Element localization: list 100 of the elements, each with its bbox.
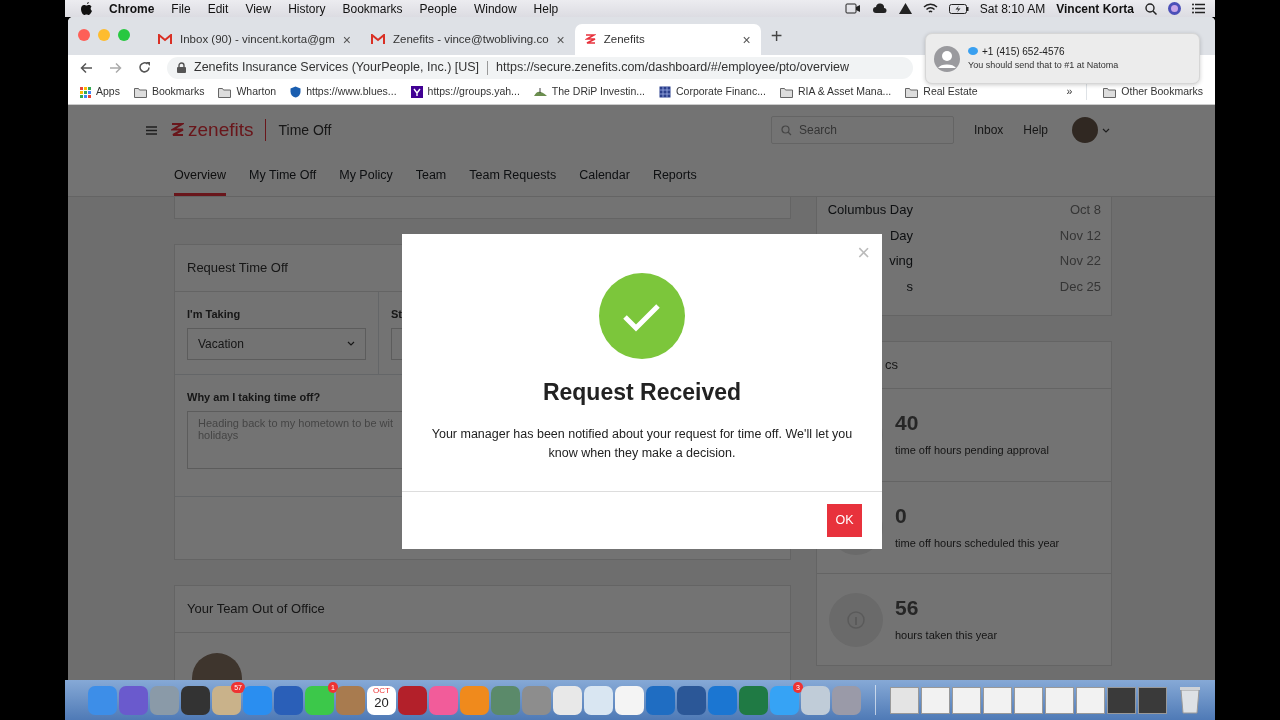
document-thumbnail[interactable] <box>983 686 1012 714</box>
back-arrow-icon[interactable] <box>80 61 93 74</box>
document-thumbnail[interactable] <box>1076 686 1105 714</box>
dock-app-icon[interactable] <box>677 685 706 715</box>
browser-tab[interactable]: Zenefits × <box>574 24 761 55</box>
notification-banner[interactable]: +1 (415) 652-4576 You should send that to #1 at Natoma <box>925 33 1200 84</box>
zigzag-logo-icon <box>171 121 184 139</box>
document-thumbnail[interactable] <box>1107 686 1136 714</box>
menu-icon[interactable] <box>146 125 157 135</box>
search-icon <box>780 124 792 136</box>
address-url: https://secure.zenefits.com/dashboard/#/employee/pto/overview <box>496 59 850 77</box>
y-logo-icon <box>410 86 423 98</box>
modal-title: Request Received <box>542 378 742 407</box>
holiday-date: Nov 12 <box>1059 226 1101 245</box>
bookmark-item[interactable]: Bookmarks <box>133 84 205 100</box>
menu-bar-item[interactable]: File <box>171 0 191 18</box>
dock-app-icon[interactable] <box>553 685 582 715</box>
user-avatar[interactable] <box>1072 117 1098 143</box>
dock-app-icon[interactable]: OCT 20 <box>367 685 396 715</box>
dock-app-icon[interactable] <box>801 685 830 715</box>
header-link[interactable]: Inbox <box>973 121 1004 139</box>
search-field[interactable]: Search <box>770 116 954 144</box>
notification-sender: +1 (415) 652-4576 <box>982 45 1065 60</box>
search-icon[interactable] <box>1145 2 1157 15</box>
bookmark-item[interactable]: The DRiP Investin... <box>533 84 645 100</box>
bookmark-item[interactable]: Corporate Financ... <box>659 84 766 100</box>
nav-tab[interactable]: Reports <box>652 155 697 196</box>
document-thumbnail[interactable] <box>1014 686 1043 714</box>
envelope-m-icon <box>158 34 172 45</box>
wifi-icon[interactable] <box>922 3 938 14</box>
menu-bar-item[interactable]: Window <box>473 0 517 18</box>
menu-bar-user-name[interactable]: Vincent Korta <box>1056 0 1134 18</box>
bookmarks-overflow-button[interactable]: » <box>1066 84 1073 100</box>
document-thumbnail[interactable] <box>1138 686 1167 714</box>
nav-tab[interactable]: Team Requests <box>469 155 557 196</box>
triangle-icon[interactable] <box>898 3 912 14</box>
bookmark-item[interactable]: Wharton <box>218 84 277 100</box>
reload-icon[interactable] <box>138 61 151 74</box>
folder-icon <box>779 86 793 98</box>
window-control-button[interactable] <box>78 29 90 41</box>
menu-bar-item[interactable]: View <box>245 0 272 18</box>
bookmark-item[interactable]: https://groups.yah... <box>410 84 520 100</box>
menu-bar-item[interactable]: Help <box>533 0 559 18</box>
trash-can-icon[interactable] <box>1179 686 1201 714</box>
browser-tab[interactable]: Inbox (90) - vincent.korta@gm × <box>148 24 362 55</box>
menu-bar-item[interactable]: Bookmarks <box>342 0 403 18</box>
battery-icon[interactable] <box>948 3 969 14</box>
document-thumbnail[interactable] <box>921 686 950 714</box>
ok-button[interactable]: OK <box>827 504 862 537</box>
menu-bar-app-name[interactable]: Chrome <box>109 0 155 18</box>
forward-arrow-icon[interactable] <box>109 61 122 74</box>
document-thumbnail[interactable] <box>952 686 981 714</box>
section-title: Time Off <box>265 119 332 141</box>
calendar-month: OCT <box>373 685 390 695</box>
stat-value: 0 <box>895 503 908 527</box>
holiday-name: s <box>906 277 913 296</box>
folder-icon <box>905 86 919 98</box>
dock-app-icon[interactable] <box>398 685 427 715</box>
field-label: Why am I taking time off? <box>187 390 321 405</box>
bookmark-item[interactable]: Apps <box>80 84 120 100</box>
list-icon[interactable] <box>1192 3 1205 14</box>
dock-app-icon[interactable] <box>584 685 613 715</box>
holiday-date: Oct 8 <box>1069 201 1101 219</box>
field-label: St <box>391 307 402 322</box>
header-link[interactable]: Help <box>1023 121 1048 139</box>
bookmark-item[interactable]: RIA & Asset Mana... <box>779 84 892 100</box>
hill-icon <box>533 87 547 97</box>
dock-app-icon[interactable] <box>274 685 303 715</box>
menu-bar-clock[interactable]: Sat 8:10 AM <box>979 0 1046 18</box>
caret-icon[interactable] <box>1102 127 1110 133</box>
bookmark-item[interactable]: Real Estate <box>905 84 978 100</box>
person-silhouette-icon <box>934 45 960 72</box>
holiday-name: ving <box>889 252 913 270</box>
nav-tab[interactable]: Team <box>415 155 447 196</box>
dock-app-icon[interactable] <box>181 685 210 715</box>
dock-app-icon[interactable] <box>615 685 644 715</box>
type-select[interactable]: Vacation <box>187 327 366 360</box>
browser-tab[interactable]: Zenefits - vince@twobliving.co × <box>361 24 575 55</box>
bookmark-item[interactable]: https://www.blues... <box>290 84 397 100</box>
nav-tab[interactable]: Calendar <box>579 155 630 196</box>
nav-tab[interactable]: My Policy <box>339 155 393 196</box>
nav-tab[interactable]: My Time Off <box>249 155 317 196</box>
address-bar[interactable]: Zenefits Insurance Services (YourPeople, Inc.) [US] https://secure.zenefits.com/dashboard/#/employee/pto/overview <box>167 56 913 79</box>
window-control-button[interactable] <box>118 29 130 41</box>
tab-close-button[interactable]: × <box>742 32 751 47</box>
document-thumbnail[interactable] <box>1045 686 1074 714</box>
camera-icon[interactable] <box>844 3 861 14</box>
menu-bar-item[interactable]: Edit <box>207 0 229 18</box>
cloud-icon[interactable] <box>871 3 888 14</box>
tab-close-button[interactable]: × <box>556 32 565 47</box>
menu-bar-item[interactable]: People <box>419 0 457 18</box>
orb-icon[interactable] <box>1168 2 1181 15</box>
window-control-button[interactable] <box>98 29 110 41</box>
folder-icon <box>218 86 232 98</box>
chat-bubble-icon <box>968 47 978 57</box>
new-tab-button[interactable]: + <box>760 26 793 46</box>
tab-close-button[interactable]: × <box>342 32 352 47</box>
menu-bar-item[interactable]: History <box>288 0 326 18</box>
document-thumbnail[interactable] <box>890 686 919 714</box>
folder-icon <box>133 86 147 98</box>
